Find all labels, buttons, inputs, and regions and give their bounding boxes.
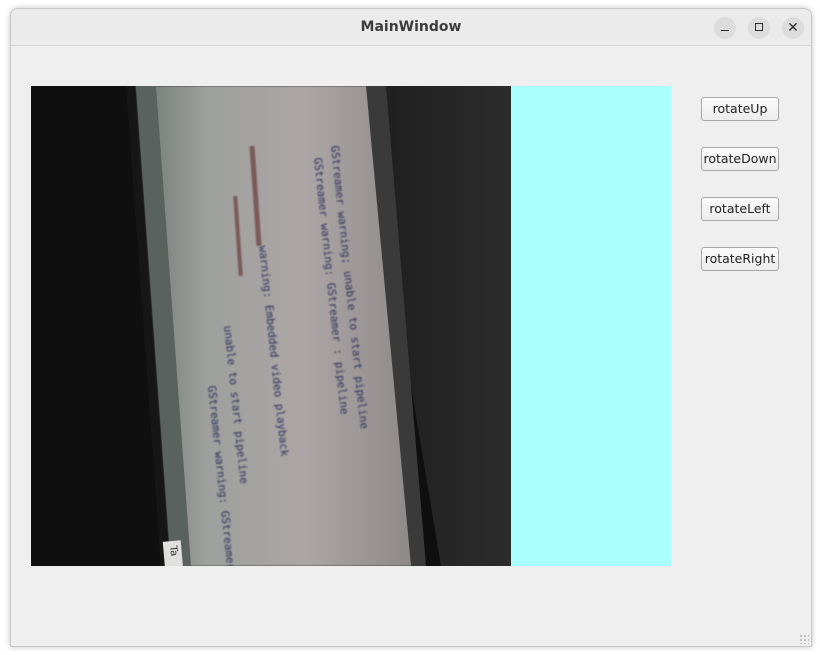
minimize-icon <box>721 30 729 31</box>
side-pane <box>511 86 671 566</box>
close-icon: ✕ <box>787 20 799 36</box>
rotate-left-button[interactable]: rotateLeft <box>701 197 779 221</box>
rotate-right-button[interactable]: rotateRight <box>701 247 779 271</box>
rotate-down-button[interactable]: rotateDown <box>701 147 779 171</box>
resize-grip[interactable] <box>799 634 809 644</box>
maximize-button[interactable] <box>748 17 770 39</box>
window-title: MainWindow <box>360 19 462 35</box>
minimize-button[interactable] <box>714 17 736 39</box>
rotate-up-button[interactable]: rotateUp <box>701 97 779 121</box>
video-display: GStreamer warning; unable to start pipel… <box>31 86 511 566</box>
close-button[interactable]: ✕ <box>782 17 804 39</box>
camera-feed-image: GStreamer warning; unable to start pipel… <box>31 86 511 566</box>
maximize-icon <box>755 23 763 31</box>
title-bar[interactable]: MainWindow ✕ <box>11 9 811 46</box>
main-window: MainWindow ✕ GStreamer warning; unable t… <box>10 8 812 647</box>
overlay-line: Ta <box>167 544 179 557</box>
